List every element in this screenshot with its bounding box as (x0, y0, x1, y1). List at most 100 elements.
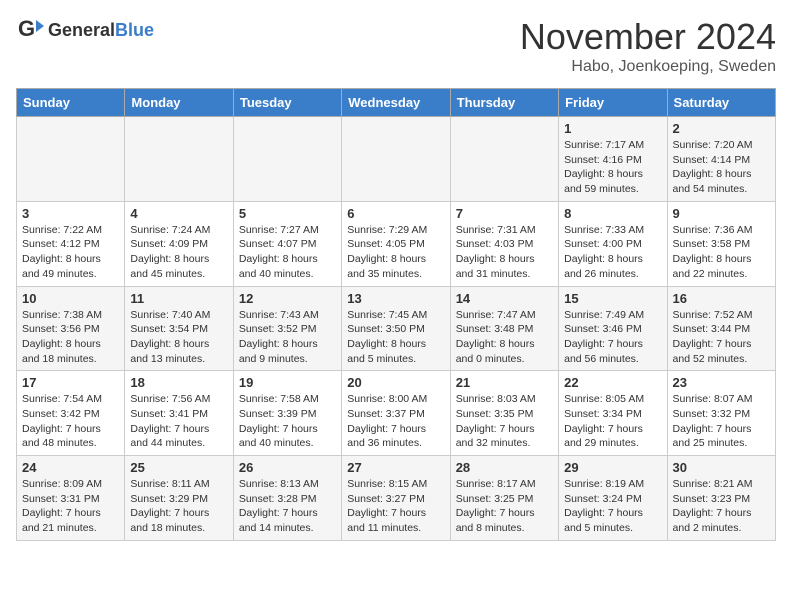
calendar-week-row: 24 Sunrise: 8:09 AM Sunset: 3:31 PM Dayli… (17, 456, 776, 541)
day-number: 5 (239, 206, 336, 221)
day-info: Sunrise: 7:27 AM Sunset: 4:07 PM Dayligh… (239, 223, 336, 282)
day-info: Sunrise: 7:54 AM Sunset: 3:42 PM Dayligh… (22, 392, 119, 451)
calendar-day-header: Sunday (17, 89, 125, 117)
day-info: Sunrise: 7:33 AM Sunset: 4:00 PM Dayligh… (564, 223, 661, 282)
day-info: Sunrise: 8:15 AM Sunset: 3:27 PM Dayligh… (347, 477, 444, 536)
calendar-week-row: 3 Sunrise: 7:22 AM Sunset: 4:12 PM Daylig… (17, 201, 776, 286)
calendar-cell: 6Sunrise: 7:29 AM Sunset: 4:05 PM Daylig… (342, 201, 450, 286)
day-number: 4 (130, 206, 227, 221)
calendar-cell (342, 117, 450, 202)
day-number: 12 (239, 291, 336, 306)
title-area: November 2024 Habo, Joenkoeping, Sweden (520, 16, 776, 76)
calendar-cell: 9Sunrise: 7:36 AM Sunset: 3:58 PM Daylig… (667, 201, 775, 286)
calendar-cell: 28Sunrise: 8:17 AM Sunset: 3:25 PM Dayli… (450, 456, 558, 541)
calendar-cell: 3 Sunrise: 7:22 AM Sunset: 4:12 PM Daylig… (17, 201, 125, 286)
calendar-cell (125, 117, 233, 202)
day-info: Sunrise: 7:49 AM Sunset: 3:46 PM Dayligh… (564, 308, 661, 367)
calendar-cell: 30 Sunrise: 8:21 AM Sunset: 3:23 PM Dayli… (667, 456, 775, 541)
calendar-week-row: 17 Sunrise: 7:54 AM Sunset: 3:42 PM Dayli… (17, 371, 776, 456)
day-number: 14 (456, 291, 553, 306)
calendar-week-row: 10 Sunrise: 7:38 AM Sunset: 3:56 PM Dayli… (17, 286, 776, 371)
day-info: Sunrise: 7:20 AM Sunset: 4:14 PM Dayligh… (673, 138, 770, 197)
calendar-cell: 17 Sunrise: 7:54 AM Sunset: 3:42 PM Dayli… (17, 371, 125, 456)
day-number: 24 (22, 460, 119, 475)
calendar-day-header: Friday (559, 89, 667, 117)
day-number: 13 (347, 291, 444, 306)
calendar-cell: 15 Sunrise: 7:49 AM Sunset: 3:46 PM Dayli… (559, 286, 667, 371)
calendar-day-header: Monday (125, 89, 233, 117)
calendar-cell: 1Sunrise: 7:17 AM Sunset: 4:16 PM Daylig… (559, 117, 667, 202)
day-info: Sunrise: 8:03 AM Sunset: 3:35 PM Dayligh… (456, 392, 553, 451)
calendar-week-row: 1Sunrise: 7:17 AM Sunset: 4:16 PM Daylig… (17, 117, 776, 202)
logo-text-blue: Blue (115, 20, 154, 40)
day-number: 26 (239, 460, 336, 475)
day-number: 2 (673, 121, 770, 136)
calendar-cell: 21 Sunrise: 8:03 AM Sunset: 3:35 PM Dayli… (450, 371, 558, 456)
day-number: 20 (347, 375, 444, 390)
calendar-cell: 27 Sunrise: 8:15 AM Sunset: 3:27 PM Dayli… (342, 456, 450, 541)
day-info: Sunrise: 8:07 AM Sunset: 3:32 PM Dayligh… (673, 392, 770, 451)
day-info: Sunrise: 7:52 AM Sunset: 3:44 PM Dayligh… (673, 308, 770, 367)
calendar-day-header: Tuesday (233, 89, 341, 117)
calendar-day-header: Saturday (667, 89, 775, 117)
calendar-cell: 25Sunrise: 8:11 AM Sunset: 3:29 PM Dayli… (125, 456, 233, 541)
calendar-cell: 22Sunrise: 8:05 AM Sunset: 3:34 PM Dayli… (559, 371, 667, 456)
day-info: Sunrise: 8:19 AM Sunset: 3:24 PM Dayligh… (564, 477, 661, 536)
day-number: 1 (564, 121, 661, 136)
day-number: 9 (673, 206, 770, 221)
day-info: Sunrise: 7:56 AM Sunset: 3:41 PM Dayligh… (130, 392, 227, 451)
day-number: 28 (456, 460, 553, 475)
calendar-cell: 29 Sunrise: 8:19 AM Sunset: 3:24 PM Dayli… (559, 456, 667, 541)
calendar-cell: 5 Sunrise: 7:27 AM Sunset: 4:07 PM Daylig… (233, 201, 341, 286)
day-number: 6 (347, 206, 444, 221)
month-title: November 2024 (520, 16, 776, 58)
day-number: 27 (347, 460, 444, 475)
day-number: 3 (22, 206, 119, 221)
calendar-cell: 26 Sunrise: 8:13 AM Sunset: 3:28 PM Dayli… (233, 456, 341, 541)
day-info: Sunrise: 7:38 AM Sunset: 3:56 PM Dayligh… (22, 308, 119, 367)
calendar-cell: 13Sunrise: 7:45 AM Sunset: 3:50 PM Dayli… (342, 286, 450, 371)
header: G GeneralBlue November 2024 Habo, Joenko… (16, 16, 776, 76)
day-info: Sunrise: 7:43 AM Sunset: 3:52 PM Dayligh… (239, 308, 336, 367)
day-info: Sunrise: 7:24 AM Sunset: 4:09 PM Dayligh… (130, 223, 227, 282)
day-number: 19 (239, 375, 336, 390)
calendar-cell: 4 Sunrise: 7:24 AM Sunset: 4:09 PM Daylig… (125, 201, 233, 286)
day-number: 23 (673, 375, 770, 390)
day-number: 8 (564, 206, 661, 221)
day-info: Sunrise: 7:58 AM Sunset: 3:39 PM Dayligh… (239, 392, 336, 451)
day-number: 30 (673, 460, 770, 475)
svg-text:G: G (18, 16, 35, 41)
logo: G GeneralBlue (16, 16, 154, 44)
day-info: Sunrise: 7:31 AM Sunset: 4:03 PM Dayligh… (456, 223, 553, 282)
calendar-cell: 2 Sunrise: 7:20 AM Sunset: 4:14 PM Daylig… (667, 117, 775, 202)
calendar-cell: 24 Sunrise: 8:09 AM Sunset: 3:31 PM Dayli… (17, 456, 125, 541)
day-number: 10 (22, 291, 119, 306)
calendar-cell: 23 Sunrise: 8:07 AM Sunset: 3:32 PM Dayli… (667, 371, 775, 456)
calendar-day-header: Wednesday (342, 89, 450, 117)
day-info: Sunrise: 7:40 AM Sunset: 3:54 PM Dayligh… (130, 308, 227, 367)
day-info: Sunrise: 8:11 AM Sunset: 3:29 PM Dayligh… (130, 477, 227, 536)
day-number: 11 (130, 291, 227, 306)
calendar-cell: 8 Sunrise: 7:33 AM Sunset: 4:00 PM Daylig… (559, 201, 667, 286)
calendar-cell: 12 Sunrise: 7:43 AM Sunset: 3:52 PM Dayli… (233, 286, 341, 371)
day-number: 17 (22, 375, 119, 390)
logo-icon: G (16, 16, 44, 44)
day-number: 29 (564, 460, 661, 475)
day-number: 7 (456, 206, 553, 221)
day-info: Sunrise: 8:13 AM Sunset: 3:28 PM Dayligh… (239, 477, 336, 536)
day-info: Sunrise: 8:21 AM Sunset: 3:23 PM Dayligh… (673, 477, 770, 536)
calendar-cell: 16Sunrise: 7:52 AM Sunset: 3:44 PM Dayli… (667, 286, 775, 371)
day-info: Sunrise: 7:22 AM Sunset: 4:12 PM Dayligh… (22, 223, 119, 282)
day-info: Sunrise: 8:09 AM Sunset: 3:31 PM Dayligh… (22, 477, 119, 536)
day-number: 21 (456, 375, 553, 390)
calendar-cell: 7 Sunrise: 7:31 AM Sunset: 4:03 PM Daylig… (450, 201, 558, 286)
calendar-cell: 20Sunrise: 8:00 AM Sunset: 3:37 PM Dayli… (342, 371, 450, 456)
calendar-cell: 11 Sunrise: 7:40 AM Sunset: 3:54 PM Dayli… (125, 286, 233, 371)
calendar-cell: 18Sunrise: 7:56 AM Sunset: 3:41 PM Dayli… (125, 371, 233, 456)
calendar-header-row: SundayMondayTuesdayWednesdayThursdayFrid… (17, 89, 776, 117)
day-number: 15 (564, 291, 661, 306)
location-title: Habo, Joenkoeping, Sweden (520, 58, 776, 76)
calendar-table: SundayMondayTuesdayWednesdayThursdayFrid… (16, 88, 776, 541)
calendar-day-header: Thursday (450, 89, 558, 117)
calendar-cell (17, 117, 125, 202)
